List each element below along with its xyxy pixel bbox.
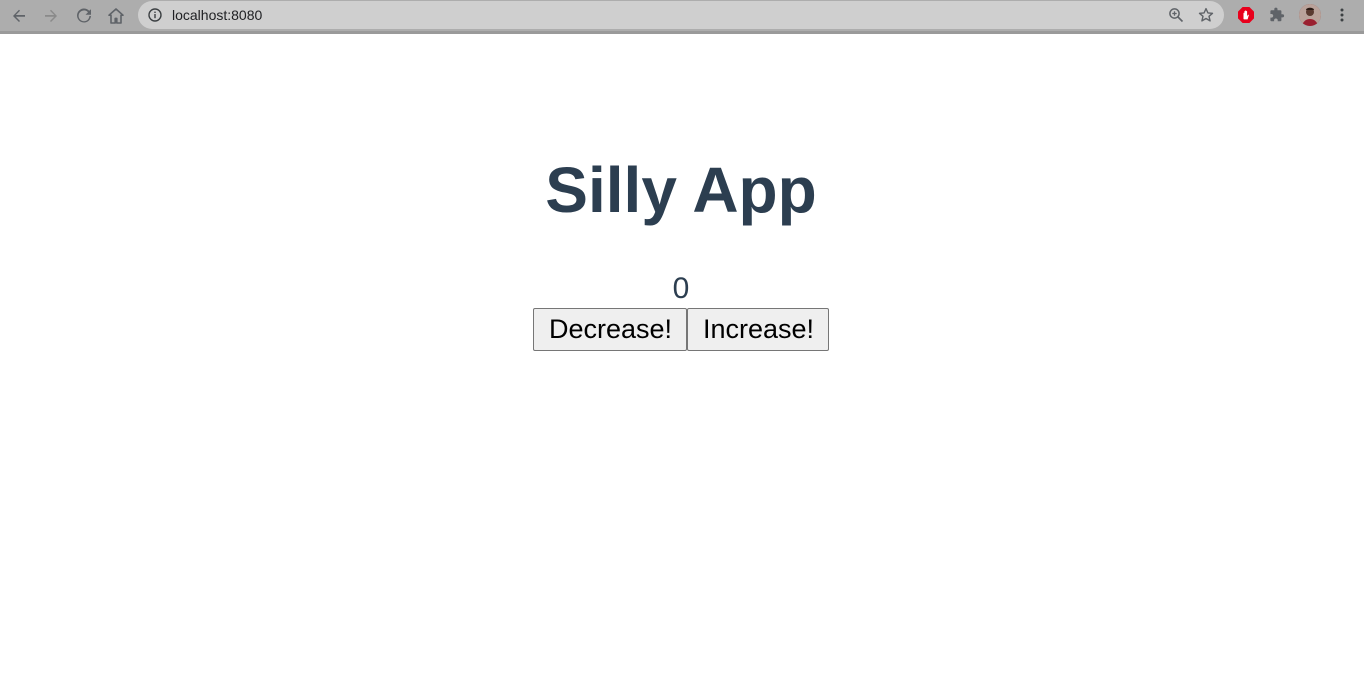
extensions-button[interactable] [1267,5,1287,25]
browser-menu-button[interactable] [1333,5,1351,25]
counter-controls: Decrease! Increase! [533,308,829,351]
home-button[interactable] [103,3,129,29]
browser-toolbar: localhost:8080 [0,0,1364,31]
adblock-extension-button[interactable] [1236,5,1256,25]
increase-button[interactable]: Increase! [687,308,829,351]
info-icon[interactable] [148,8,162,22]
page-title: Silly App [545,154,817,226]
reload-button[interactable] [71,3,97,29]
address-bar[interactable]: localhost:8080 [138,1,1224,29]
forward-arrow-icon [45,9,57,22]
back-button[interactable] [6,3,32,29]
address-url[interactable]: localhost:8080 [172,7,262,23]
toolbar-divider [0,31,1364,34]
zoom-icon[interactable] [1168,7,1184,23]
adblock-icon [1238,7,1254,23]
profile-avatar[interactable] [1299,4,1321,26]
decrease-button[interactable]: Decrease! [533,308,687,351]
star-icon[interactable] [1198,7,1214,23]
extensions-icon [1270,7,1285,22]
forward-button[interactable] [38,3,64,29]
back-arrow-icon [13,9,25,22]
counter-value: 0 [672,272,690,305]
menu-dots-icon [1340,8,1344,22]
home-icon [108,8,124,24]
avatar-icon [1299,4,1321,26]
reload-icon [77,8,91,23]
